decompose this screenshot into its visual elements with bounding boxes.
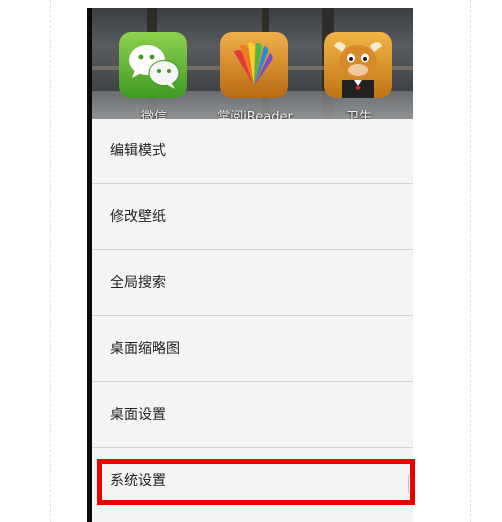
app-label: 掌阅iReader [217, 110, 293, 119]
phone-screen: 微信 掌阅iReader 卫生 编辑模式 修改壁纸 全局搜索 桌面缩略图 桌面设… [87, 8, 413, 522]
menu-item-label: 系统设置 [110, 473, 166, 489]
app-bull-mascot[interactable]: 卫生 [324, 32, 394, 119]
desktop-options-menu: 编辑模式 修改壁纸 全局搜索 桌面缩略图 桌面设置 系统设置 [92, 119, 413, 522]
left-guide-line [50, 0, 51, 522]
bull-mascot-icon [324, 32, 392, 98]
ireader-book-icon [220, 32, 288, 98]
right-guide-line [470, 0, 471, 522]
menu-item-label: 桌面设置 [110, 407, 166, 423]
menu-item-change-wallpaper[interactable]: 修改壁纸 [92, 185, 413, 250]
menu-item-label: 全局搜索 [110, 275, 166, 291]
home-screen-wallpaper: 微信 掌阅iReader 卫生 [92, 8, 413, 119]
menu-item-desktop-thumbnails[interactable]: 桌面缩略图 [92, 317, 413, 382]
menu-scroll-handle [408, 474, 414, 494]
menu-item-global-search[interactable]: 全局搜索 [92, 251, 413, 316]
menu-item-label: 修改壁纸 [110, 209, 166, 225]
tutorial-screenshot: 微信 掌阅iReader 卫生 编辑模式 修改壁纸 全局搜索 桌面缩略图 桌面设… [0, 0, 502, 522]
menu-item-system-settings[interactable]: 系统设置 [92, 449, 413, 514]
menu-item-label: 桌面缩略图 [110, 341, 180, 357]
app-wechat[interactable]: 微信 [119, 32, 189, 119]
app-label: 卫生 [345, 110, 372, 119]
app-ireader[interactable]: 掌阅iReader [217, 32, 293, 119]
menu-item-label: 编辑模式 [110, 143, 166, 159]
menu-item-desktop-settings[interactable]: 桌面设置 [92, 383, 413, 448]
wechat-icon [119, 32, 187, 98]
app-label: 微信 [140, 110, 167, 119]
menu-item-edit-mode[interactable]: 编辑模式 [92, 119, 413, 184]
